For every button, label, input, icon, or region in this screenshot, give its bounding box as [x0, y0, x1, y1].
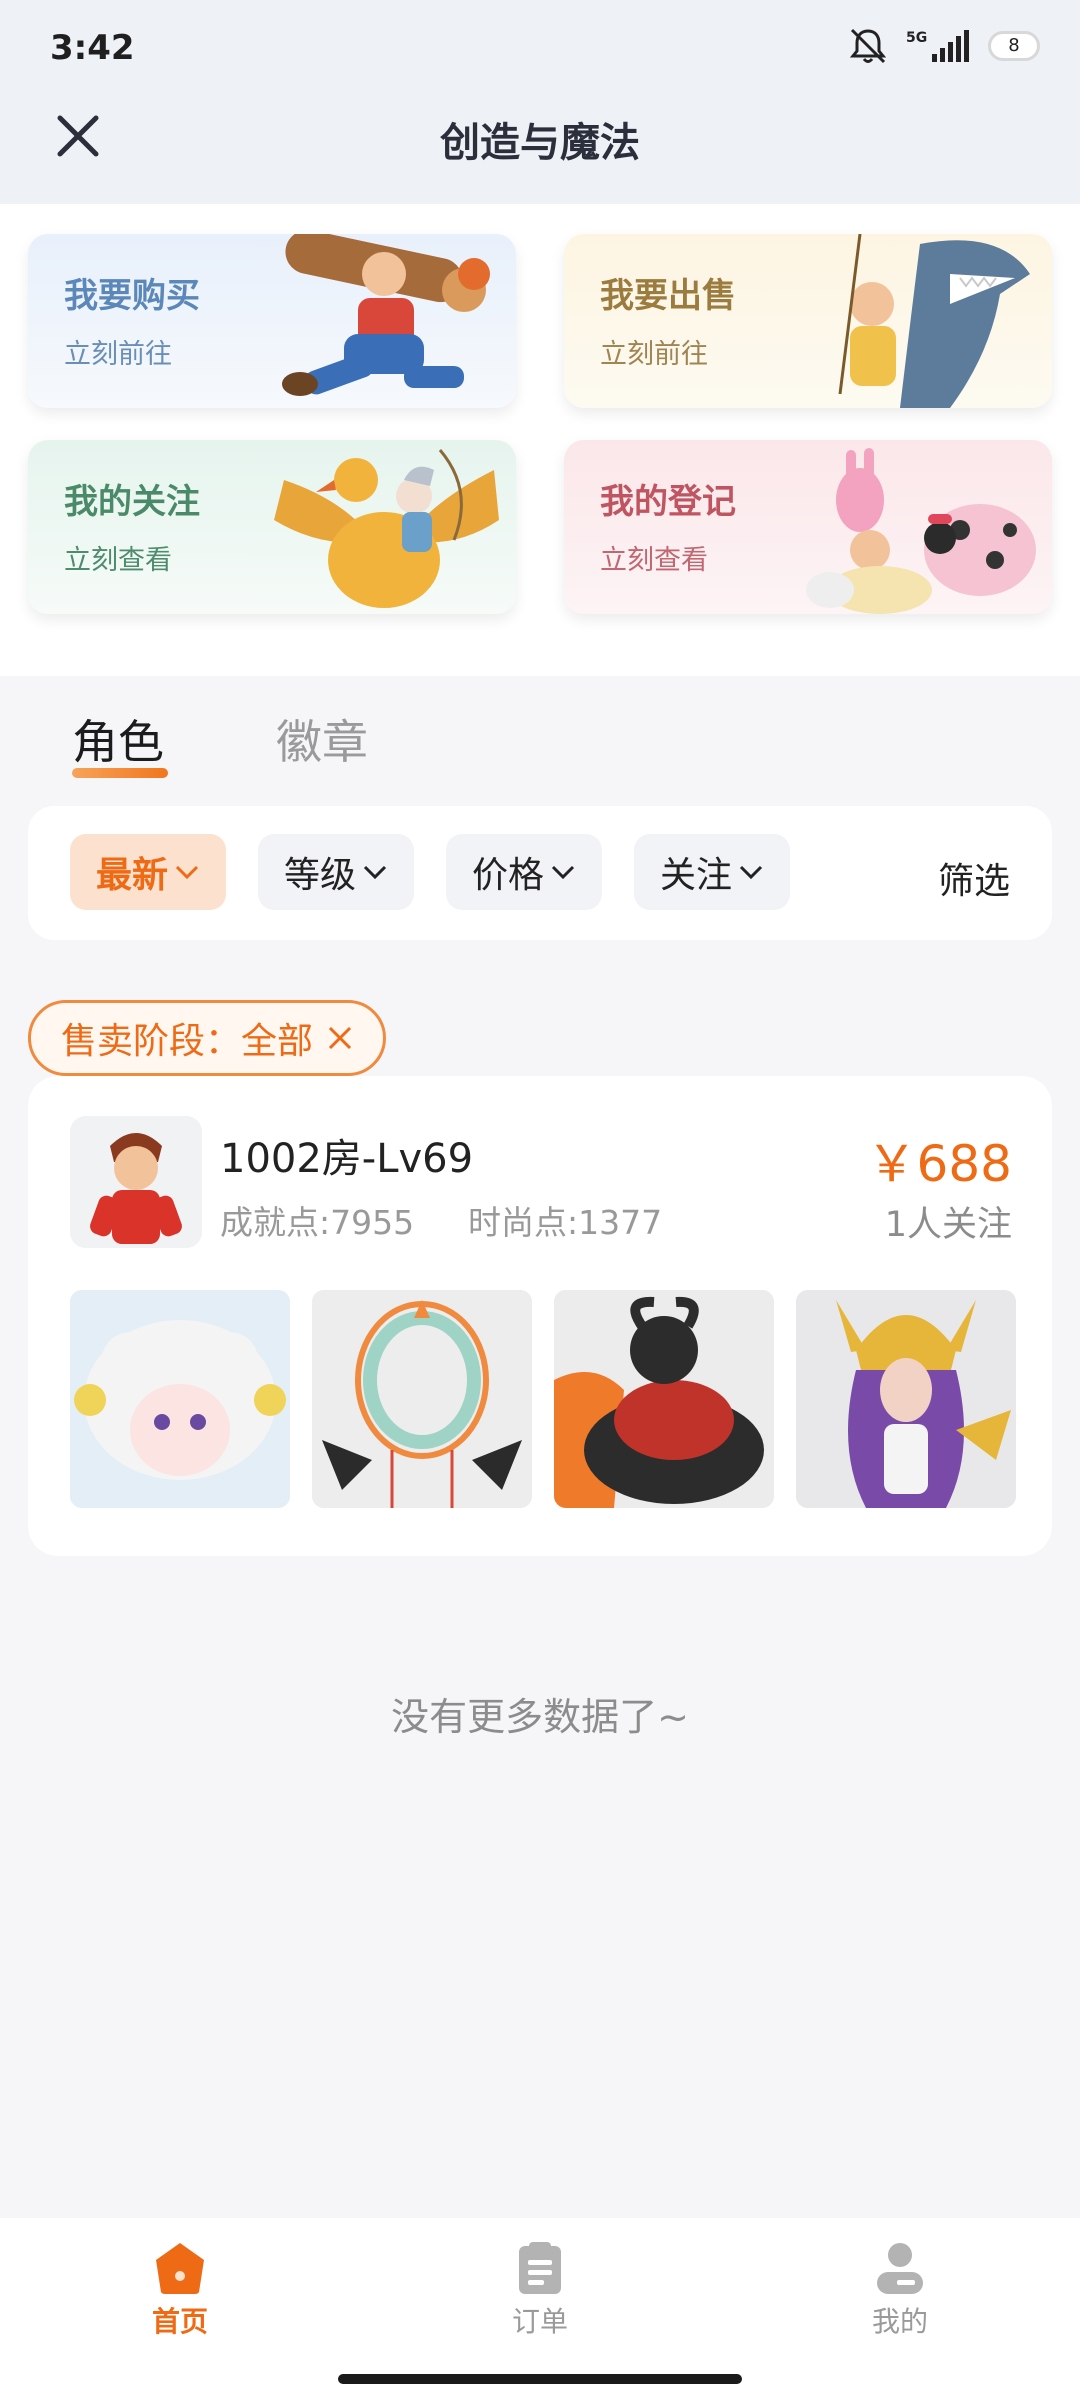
sell-card[interactable]: 我要出售 立刻前往 [564, 234, 1052, 408]
sort-latest-label: 最新 [95, 855, 168, 896]
buy-card-title: 我要购买 [64, 276, 200, 316]
screen-filter-button[interactable]: 筛选 [938, 852, 1010, 904]
nav-profile-label: 我的 [871, 2305, 928, 2338]
nav-orders[interactable]: 订单 [460, 2240, 620, 2340]
sell-card-subtitle: 立刻前往 [600, 339, 708, 370]
follower-count: 1人关注 [884, 1205, 1012, 1245]
nav-home-label: 首页 [151, 2305, 208, 2338]
sell-card-title: 我要出售 [600, 276, 736, 316]
register-card[interactable]: 我的登记 立刻查看 [564, 440, 1052, 614]
lumberjack-illustration [282, 234, 490, 396]
item-thumbnail[interactable] [70, 1290, 290, 1508]
item-thumbnail[interactable] [312, 1290, 532, 1508]
buy-card[interactable]: 我要购买 立刻前往 [28, 234, 516, 408]
sort-follow-chip[interactable]: 关注 [634, 834, 790, 910]
bottom-nav: 首页 订单 我的 [0, 2218, 1080, 2400]
nav-home[interactable]: 首页 [100, 2240, 260, 2340]
follow-card-subtitle: 立刻查看 [64, 545, 172, 576]
status-icons: 5G 8 [846, 26, 1040, 66]
mute-bell-icon [849, 28, 887, 64]
signal-5g-icon: 5G [906, 30, 969, 62]
character-avatar-image [70, 1116, 202, 1248]
user-icon [877, 2243, 923, 2294]
close-icon[interactable] [327, 1025, 353, 1051]
chevron-down-icon [551, 865, 575, 880]
item-thumbnail[interactable] [796, 1290, 1016, 1508]
stage-filter-tag[interactable]: 售卖阶段：全部 [28, 1000, 387, 1076]
follow-card[interactable]: 我的关注 立刻查看 [28, 440, 516, 614]
sort-level-chip[interactable]: 等级 [258, 834, 414, 910]
page-title: 创造与魔法 [440, 120, 640, 166]
item-thumbnail[interactable] [554, 1290, 774, 1508]
chevron-down-icon [739, 865, 763, 880]
buy-card-subtitle: 立刻前往 [64, 339, 172, 370]
chevron-down-icon [175, 865, 199, 880]
tab-active-indicator [72, 768, 168, 778]
home-indicator [338, 2374, 742, 2384]
clipboard-icon [519, 2242, 561, 2294]
phoenix-illustration [274, 449, 499, 608]
follow-card-title: 我的关注 [64, 482, 200, 522]
quick-actions: 我要购买 立刻前往 我要出售 立刻前往 我的关注 立刻查看 我的登记 立刻查看 [0, 204, 1080, 676]
register-card-subtitle: 立刻查看 [600, 545, 708, 576]
svg-text:5G: 5G [906, 30, 927, 46]
home-icon [156, 2243, 204, 2294]
battery-indicator: 8 [988, 31, 1040, 61]
fashion-points: 时尚点:1377 [468, 1203, 663, 1242]
sort-price-chip[interactable]: 价格 [446, 834, 602, 910]
nav-profile[interactable]: 我的 [820, 2240, 980, 2340]
nav-orders-label: 订单 [511, 2305, 568, 2338]
sort-price-label: 价格 [471, 855, 544, 896]
status-time: 3:42 [50, 28, 135, 68]
tab-role[interactable]: 角色 [72, 706, 164, 772]
chevron-down-icon [363, 865, 387, 880]
achievement-points: 成就点:7955 [220, 1203, 415, 1242]
stage-filter-label: 售卖阶段：全部 [61, 1021, 314, 1062]
top-header: 3:42 5G 8 创造与魔法 [0, 0, 1080, 204]
tab-badge[interactable]: 徽章 [276, 706, 368, 772]
pets-illustration [806, 448, 1036, 614]
avatar [70, 1116, 202, 1248]
shark-illustration [838, 234, 1030, 408]
listing-price: ￥688 [866, 1135, 1012, 1193]
end-of-list-text: 没有更多数据了~ [391, 1695, 689, 1739]
item-thumbnails [70, 1290, 1016, 1508]
sort-latest-chip[interactable]: 最新 [70, 834, 226, 910]
sort-level-label: 等级 [283, 855, 356, 896]
register-card-title: 我的登记 [600, 482, 736, 522]
sort-follow-label: 关注 [659, 855, 732, 896]
listing-title: 1002房-Lv69 [220, 1136, 474, 1182]
listing-card[interactable]: 1002房-Lv69 成就点:7955 时尚点:1377 ￥688 1人关注 [28, 1076, 1052, 1556]
filter-bar: 最新 等级 价格 关注 筛选 [28, 806, 1052, 940]
